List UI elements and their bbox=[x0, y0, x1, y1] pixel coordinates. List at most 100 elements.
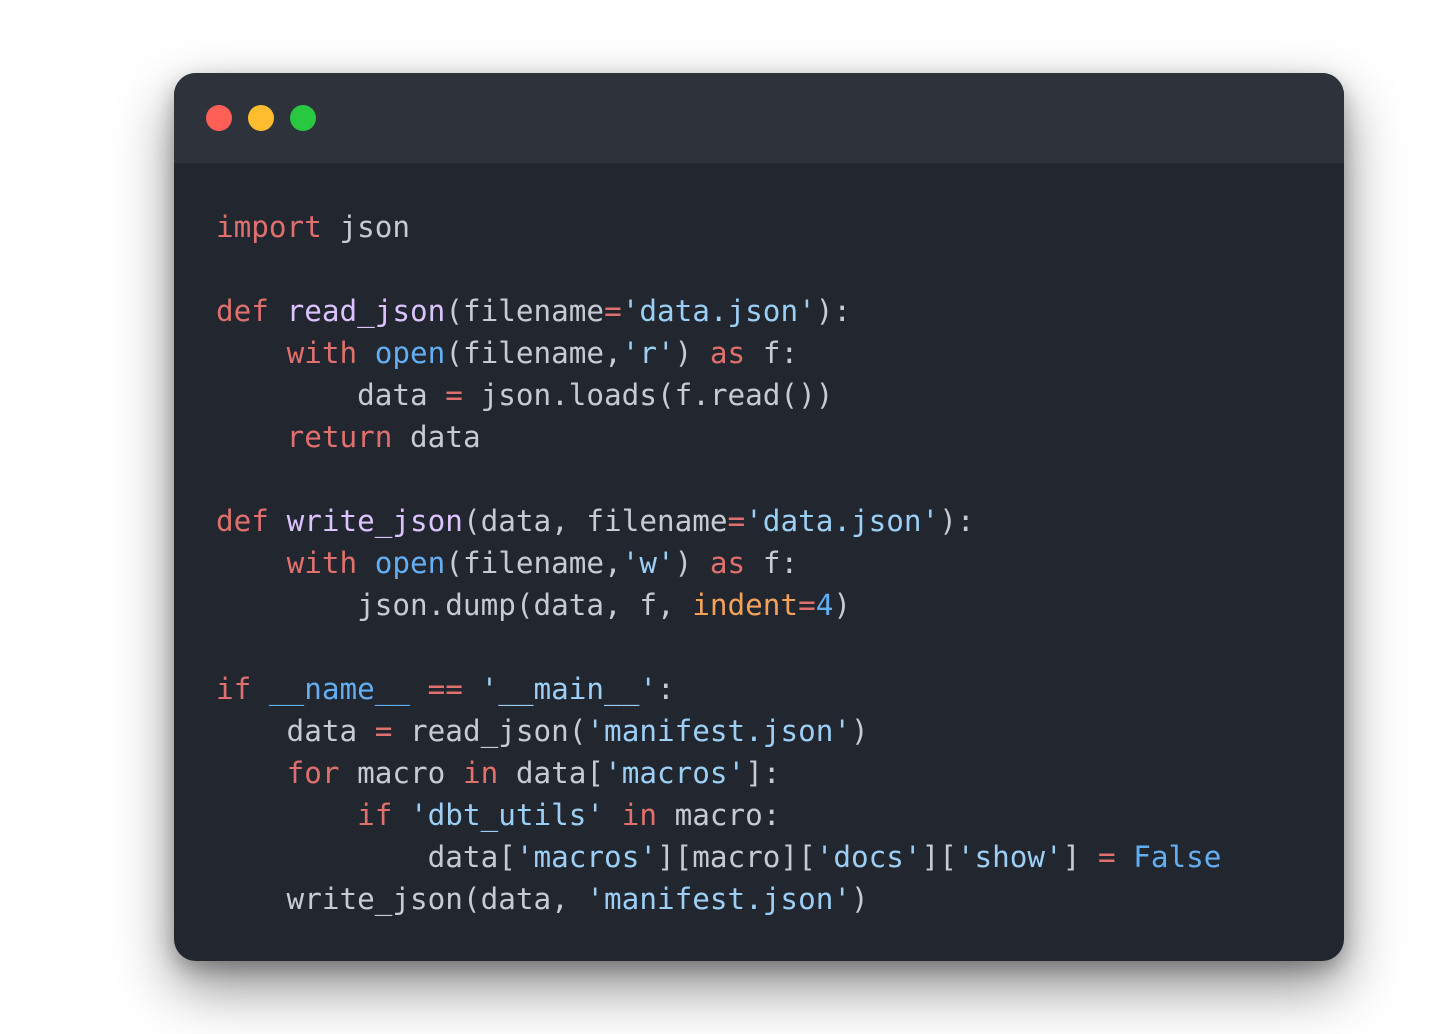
code-token-operator: = bbox=[727, 504, 746, 538]
code-token-builtin: False bbox=[1133, 840, 1222, 874]
code-token-string: 'macros' bbox=[515, 840, 657, 874]
code-token-function-name: write_json bbox=[286, 504, 463, 538]
minimize-button[interactable] bbox=[248, 105, 274, 131]
window-titlebar bbox=[174, 73, 1344, 163]
code-token-keyword: in bbox=[462, 756, 499, 790]
code-token-plain: macro: bbox=[656, 798, 781, 832]
code-line: json.dump(data, f, indent=4) bbox=[216, 584, 1221, 626]
code-token-plain: (filename bbox=[445, 294, 605, 328]
code-token-string: 'w' bbox=[621, 546, 675, 580]
code-line: data['macros'][macro]['docs']['show'] = … bbox=[216, 836, 1222, 878]
code-token-plain: data bbox=[216, 378, 446, 412]
code-token-plain: (filename, bbox=[445, 546, 622, 580]
code-token-plain: data[ bbox=[498, 756, 605, 790]
code-token-string: 'manifest.json' bbox=[586, 714, 851, 748]
code-token-keyword: return bbox=[286, 420, 393, 454]
code-token-operator: == bbox=[427, 672, 463, 706]
code-token-keyword: as bbox=[709, 546, 746, 580]
code-token-keyword: with bbox=[286, 336, 358, 370]
code-token-builtin: open bbox=[374, 546, 446, 580]
code-token-plain: data[ bbox=[216, 840, 516, 874]
code-token-plain: data bbox=[216, 714, 375, 748]
code-token-string: 'macros' bbox=[604, 756, 746, 790]
code-token-keyword: with bbox=[286, 546, 358, 580]
code-token-plain: data bbox=[392, 420, 481, 454]
code-token-plain: ): bbox=[939, 504, 975, 538]
code-line: data = json.loads(f.read()) bbox=[216, 374, 1221, 416]
code-token-plain: ) bbox=[674, 546, 710, 580]
code-token-keyword: if bbox=[357, 798, 393, 832]
code-token-string: 'data.json' bbox=[745, 504, 940, 538]
code-token-plain: ) bbox=[674, 336, 710, 370]
code-token-keyword: import bbox=[216, 210, 322, 244]
code-token-number: 4 bbox=[815, 588, 834, 622]
code-token-plain: ][ bbox=[921, 840, 957, 874]
code-token-plain: (data, filename bbox=[462, 504, 728, 538]
code-token-operator: = bbox=[604, 294, 622, 328]
code-token-plain: ) bbox=[850, 882, 869, 916]
code-token-keyword: if bbox=[216, 672, 252, 706]
code-window: import json def read_json(filename='data… bbox=[174, 73, 1344, 961]
zoom-button[interactable] bbox=[290, 105, 316, 131]
code-token-plain: read_json( bbox=[392, 714, 587, 748]
code-token-plain: ] bbox=[1062, 840, 1098, 874]
code-token-plain: : bbox=[656, 672, 675, 706]
code-token-operator: = bbox=[445, 378, 463, 412]
code-token-plain: f: bbox=[745, 546, 799, 580]
code-token-string: '__main__' bbox=[480, 672, 657, 706]
code-token-operator: = bbox=[374, 714, 393, 748]
code-line: def write_json(data, filename='data.json… bbox=[216, 500, 1221, 542]
code-line: def read_json(filename='data.json'): bbox=[216, 290, 1221, 332]
code-line: with open(filename,'r') as f: bbox=[216, 332, 1221, 374]
code-token-string: 'docs' bbox=[815, 840, 922, 874]
code-token-plain: f: bbox=[745, 336, 799, 370]
code-token-operator: = bbox=[1097, 840, 1116, 874]
code-block: import json def read_json(filename='data… bbox=[216, 206, 1221, 920]
code-line: if __name__ == '__main__': bbox=[216, 668, 1221, 710]
code-line: write_json(data, 'manifest.json') bbox=[216, 878, 1221, 920]
code-line: data = read_json('manifest.json') bbox=[216, 710, 1221, 752]
code-token-plain: (filename, bbox=[445, 336, 622, 370]
code-token-kwarg: indent bbox=[692, 588, 799, 622]
code-line: if 'dbt_utils' in macro: bbox=[216, 794, 1221, 836]
code-token-string: 'r' bbox=[621, 336, 675, 370]
code-token-function-name: read_json bbox=[286, 294, 446, 328]
close-button[interactable] bbox=[206, 105, 232, 131]
code-token-plain: ]: bbox=[745, 756, 781, 790]
code-token-builtin: __name__ bbox=[268, 672, 411, 706]
code-token-string: 'data.json' bbox=[621, 294, 816, 328]
code-token-operator: = bbox=[798, 588, 816, 622]
code-token-plain: write_json(data, bbox=[216, 882, 587, 916]
code-token-keyword: def bbox=[216, 294, 269, 328]
code-token-plain: macro bbox=[339, 756, 463, 790]
code-token-plain: json bbox=[321, 210, 411, 244]
code-token-keyword: as bbox=[709, 336, 746, 370]
code-token-plain: ) bbox=[833, 588, 851, 622]
code-token-plain: json.dump(data, f, bbox=[216, 588, 693, 622]
code-token-keyword: in bbox=[621, 798, 657, 832]
code-token-keyword: for bbox=[286, 756, 340, 790]
code-token-plain: ): bbox=[815, 294, 852, 328]
code-token-string: 'dbt_utils' bbox=[410, 798, 605, 832]
code-token-builtin: open bbox=[374, 336, 446, 370]
code-line: return data bbox=[216, 416, 1221, 458]
code-token-string: 'manifest.json' bbox=[586, 882, 851, 916]
